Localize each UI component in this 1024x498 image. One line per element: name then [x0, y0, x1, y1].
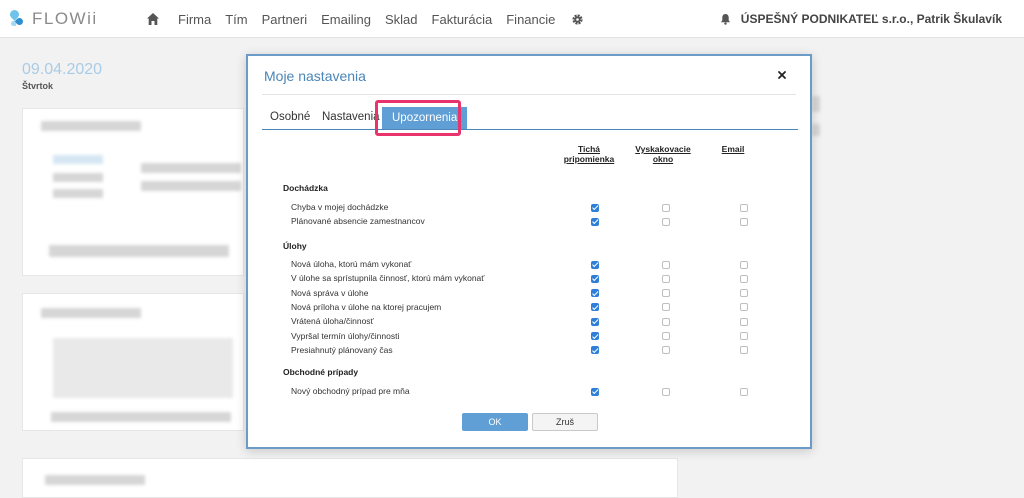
modal-title: Moje nastavenia — [264, 68, 366, 84]
silent-checkbox[interactable] — [591, 289, 599, 298]
section-title: Úlohy — [283, 241, 307, 251]
modal-divider — [262, 94, 796, 95]
nav-item-emailing[interactable]: Emailing — [321, 12, 371, 27]
popup-checkbox[interactable] — [662, 346, 670, 355]
email-checkbox[interactable] — [740, 346, 748, 355]
popup-checkbox[interactable] — [662, 217, 670, 226]
silent-checkbox[interactable] — [591, 274, 599, 283]
setting-row-label: Nová úloha, ktorú mám vykonať — [291, 259, 412, 269]
top-navigation-bar: FLOWii Firma Tím Partneri Emailing Sklad… — [0, 0, 1024, 38]
nav-item-partneri[interactable]: Partneri — [262, 12, 308, 27]
nav-item-fakturacia[interactable]: Fakturácia — [432, 12, 493, 27]
popup-checkbox[interactable] — [662, 289, 670, 298]
popup-checkbox[interactable] — [662, 274, 670, 283]
silent-checkbox[interactable] — [591, 317, 599, 326]
home-icon[interactable] — [146, 12, 160, 26]
setting-row-label: Nový obchodný prípad pre mňa — [291, 386, 410, 396]
ok-button[interactable]: OK — [462, 413, 528, 431]
popup-checkbox[interactable] — [662, 387, 670, 396]
background-card — [22, 108, 244, 276]
email-checkbox[interactable] — [740, 332, 748, 340]
settings-modal: Moje nastavenia Osobné Nastavenia Upozor… — [246, 54, 812, 449]
user-area: ÚSPEŠNÝ PODNIKATEĽ s.r.o., Patrik Škulav… — [720, 0, 1002, 38]
user-company-name[interactable]: ÚSPEŠNÝ PODNIKATEĽ s.r.o., Patrik Škulav… — [741, 12, 1002, 26]
setting-row-label: Chyba v mojej dochádzke — [291, 202, 389, 212]
app-logo[interactable]: FLOWii — [8, 8, 98, 30]
cancel-button[interactable]: Zruš — [532, 413, 598, 431]
page-date: 09.04.2020 — [22, 61, 103, 78]
nav-item-financie[interactable]: Financie — [506, 12, 555, 27]
email-checkbox[interactable] — [740, 317, 748, 326]
popup-checkbox[interactable] — [662, 203, 670, 212]
modal-tabs: Osobné Nastavenia Upozornenia — [262, 106, 798, 130]
setting-row-label: Plánované absencie zamestnancov — [291, 216, 425, 227]
close-icon[interactable] — [776, 69, 788, 81]
column-header-silent: Tichá pripomienka — [563, 144, 615, 164]
setting-row-label: Nová príloha v úlohe na ktorej pracujem — [291, 301, 442, 312]
bell-icon[interactable] — [720, 13, 731, 25]
email-checkbox[interactable] — [740, 217, 748, 226]
silent-checkbox[interactable] — [591, 303, 599, 312]
tab-osobne[interactable]: Osobné — [270, 111, 310, 123]
setting-row-label: Presiahnutý plánovaný čas — [291, 344, 393, 355]
email-checkbox[interactable] — [740, 289, 748, 298]
popup-checkbox[interactable] — [662, 317, 670, 326]
setting-row-label: Vypršal termín úlohy/činnosti — [291, 330, 400, 341]
setting-row-label: Vrátená úloha/činnosť — [291, 316, 374, 327]
background-card — [22, 293, 244, 431]
nav-item-firma[interactable]: Firma — [178, 12, 211, 27]
column-header-email: Email — [721, 144, 745, 154]
silent-checkbox[interactable] — [591, 260, 599, 269]
nav-item-sklad[interactable]: Sklad — [385, 12, 418, 27]
email-checkbox[interactable] — [740, 260, 748, 269]
silent-checkbox[interactable] — [591, 346, 599, 355]
page-weekday: Štvrtok — [22, 81, 54, 91]
background-card — [22, 458, 678, 498]
column-header-popup: Vyskakovacie okno — [635, 144, 691, 164]
main-nav: Firma Tím Partneri Emailing Sklad Faktur… — [146, 0, 584, 38]
section-title: Dochádzka — [283, 183, 328, 193]
email-checkbox[interactable] — [740, 387, 748, 396]
email-checkbox[interactable] — [740, 303, 748, 312]
popup-checkbox[interactable] — [662, 303, 670, 312]
setting-row-label: Nová správa v úlohe — [291, 287, 369, 298]
logo-icon — [8, 8, 26, 28]
email-checkbox[interactable] — [740, 203, 748, 212]
nav-item-tim[interactable]: Tím — [225, 12, 247, 27]
popup-checkbox[interactable] — [662, 332, 670, 340]
silent-checkbox[interactable] — [591, 203, 599, 212]
section-title: Obchodné prípady — [283, 367, 359, 377]
silent-checkbox[interactable] — [591, 217, 599, 226]
popup-checkbox[interactable] — [662, 260, 670, 269]
email-checkbox[interactable] — [740, 274, 748, 283]
tab-nastavenia[interactable]: Nastavenia — [322, 111, 380, 123]
setting-row-label: V úlohe sa sprístupnila činnosť, ktorú m… — [291, 273, 485, 284]
silent-checkbox[interactable] — [591, 387, 599, 396]
gear-icon[interactable] — [571, 13, 584, 26]
silent-checkbox[interactable] — [591, 332, 599, 340]
tab-highlight-box — [375, 100, 461, 136]
logo-text: FLOWii — [32, 9, 98, 28]
